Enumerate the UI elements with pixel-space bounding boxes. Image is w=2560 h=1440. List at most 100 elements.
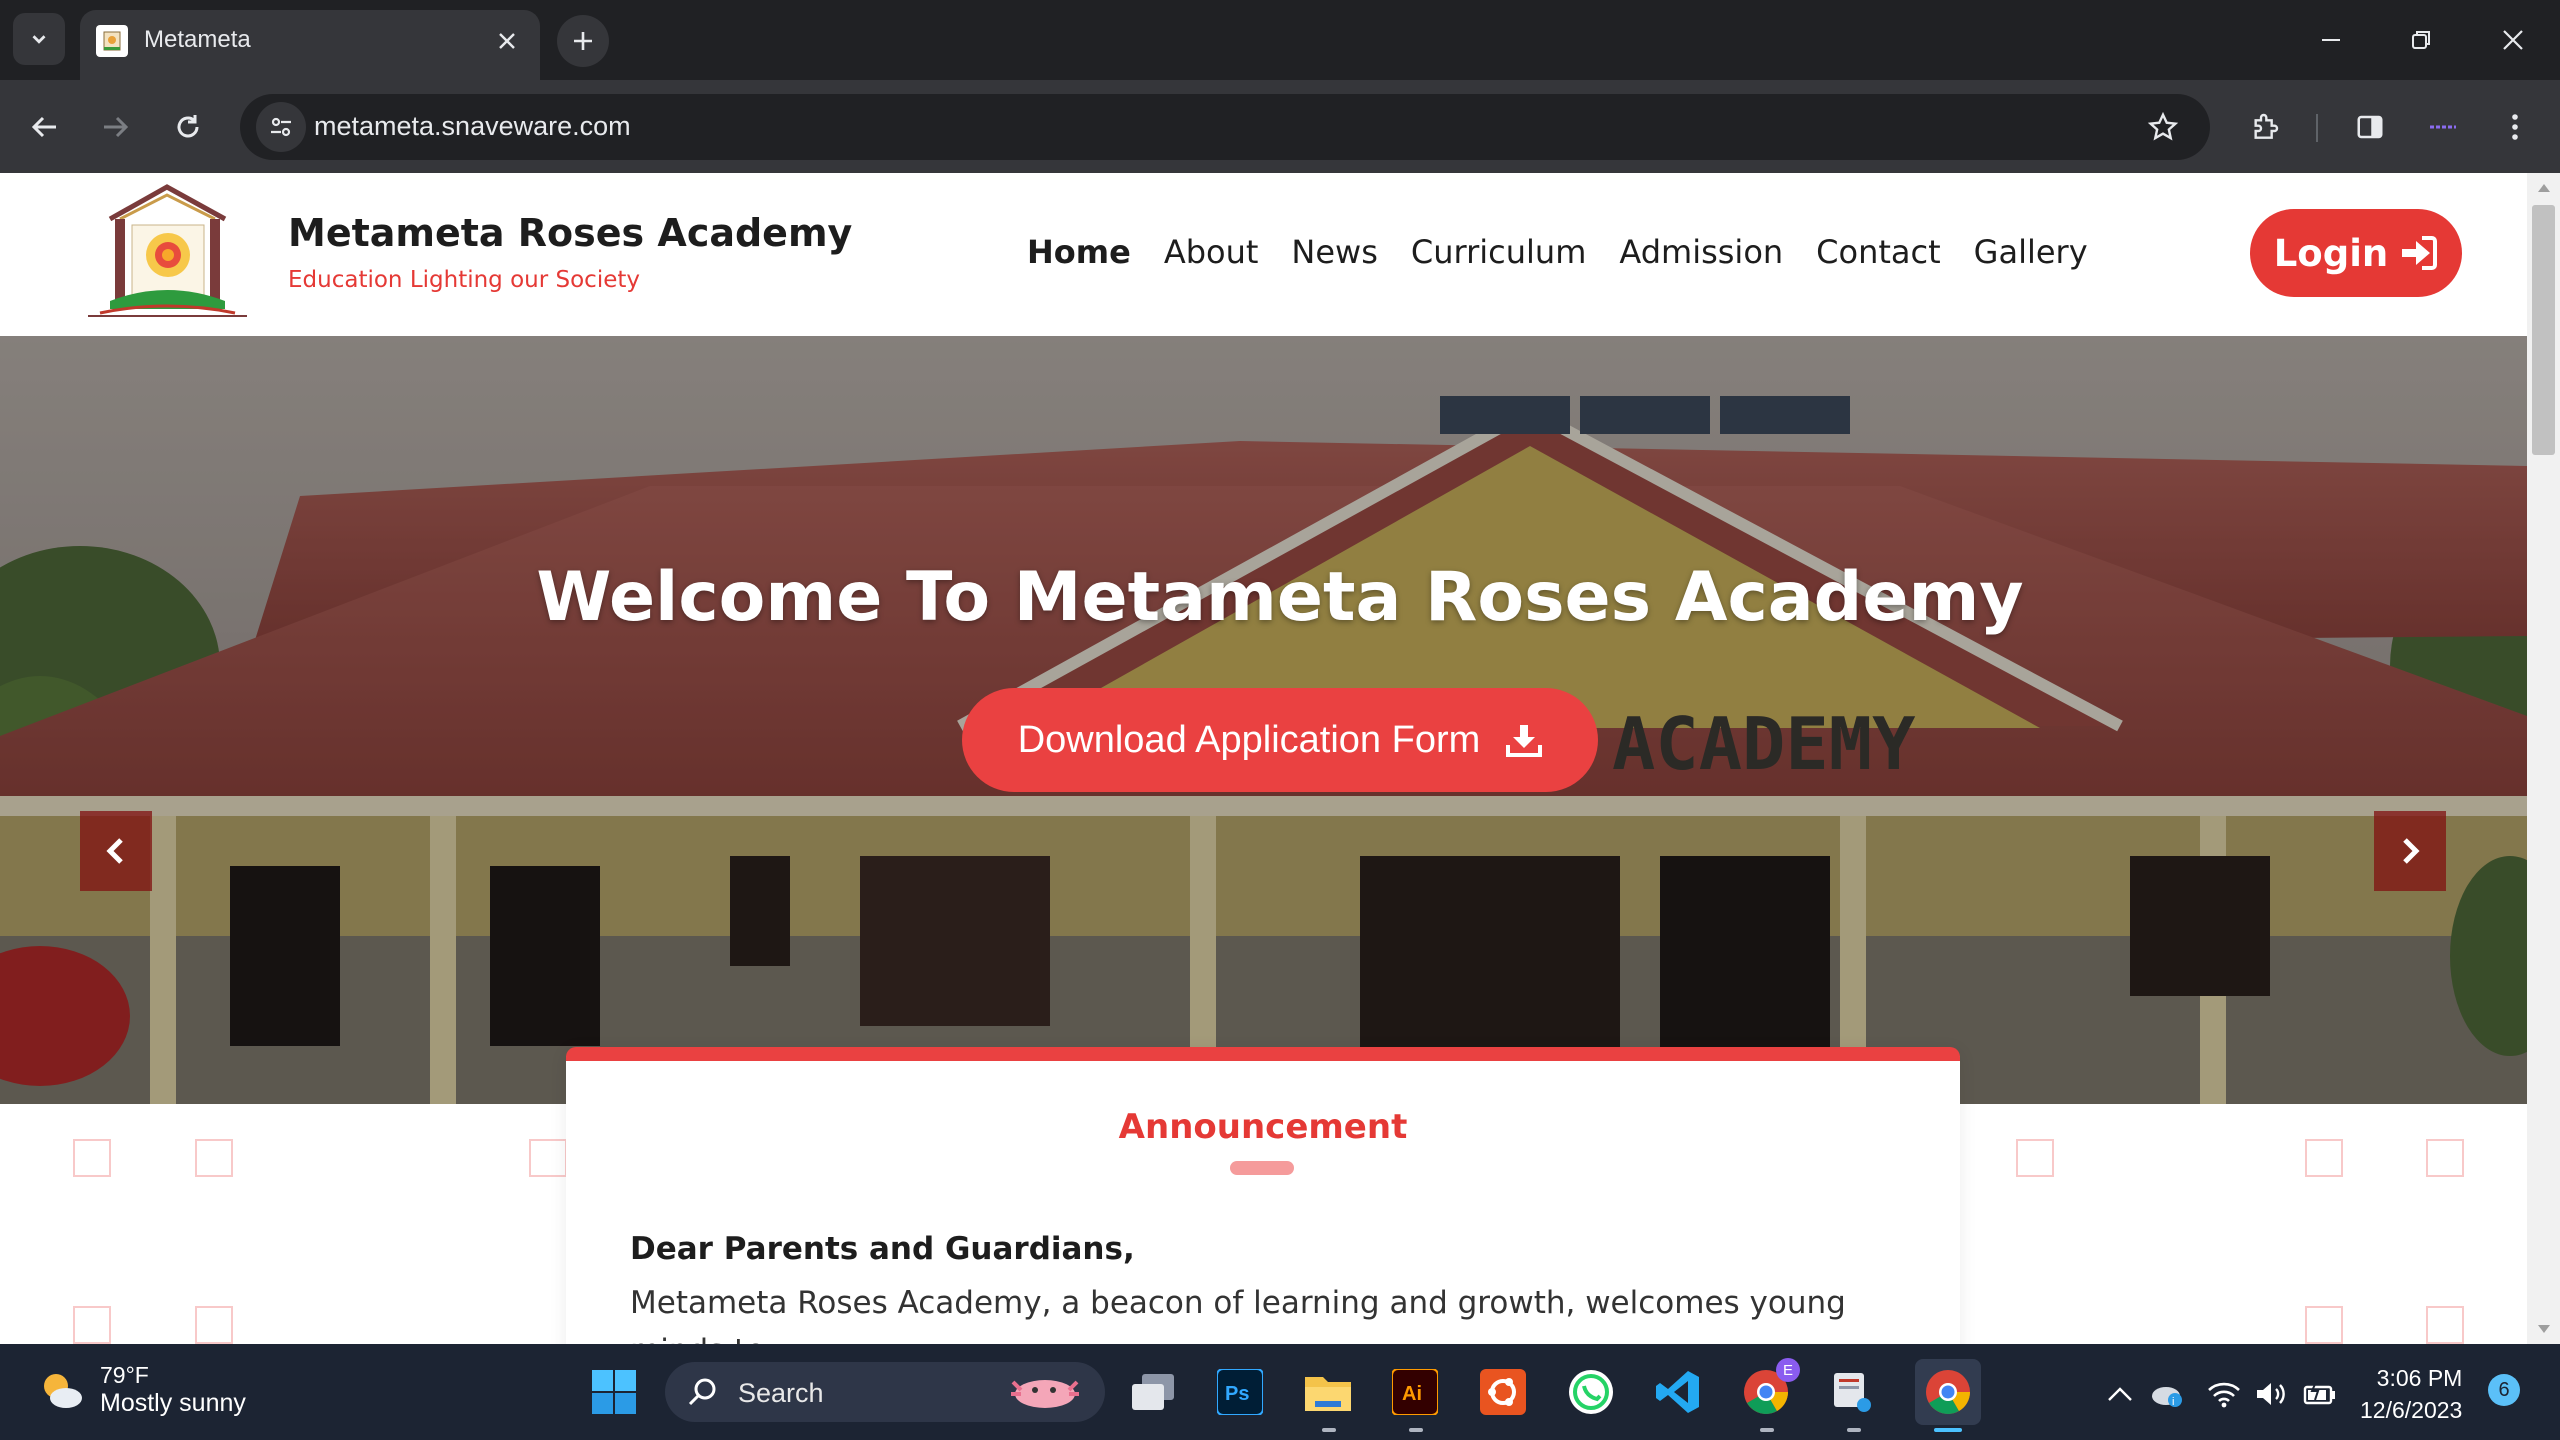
decorative-square xyxy=(2305,1306,2343,1344)
ubuntu-app[interactable] xyxy=(1475,1364,1531,1420)
reload-button[interactable] xyxy=(163,102,213,152)
nav-about[interactable]: About xyxy=(1164,233,1259,271)
photoshop-icon: Ps xyxy=(1217,1369,1263,1415)
address-bar[interactable]: metameta.snaveware.com xyxy=(240,94,2210,160)
task-view-icon xyxy=(1132,1374,1174,1410)
profile-indicator-icon[interactable] xyxy=(2418,102,2468,152)
side-panel-icon[interactable] xyxy=(2345,102,2395,152)
folder-icon xyxy=(1305,1377,1351,1411)
title-underline xyxy=(1230,1161,1294,1175)
scroll-down-icon[interactable] xyxy=(2527,1314,2560,1344)
notification-badge[interactable]: 6 xyxy=(2488,1374,2520,1406)
brand-name[interactable]: Metameta Roses Academy xyxy=(288,211,852,255)
nav-gallery[interactable]: Gallery xyxy=(1974,233,2088,271)
windows-logo-icon xyxy=(592,1370,636,1414)
file-explorer-app[interactable] xyxy=(1300,1364,1356,1420)
snipping-tool-icon xyxy=(1834,1373,1871,1412)
minimize-button[interactable] xyxy=(2296,10,2366,70)
restore-button[interactable] xyxy=(2386,10,2456,70)
task-view-button[interactable] xyxy=(1125,1364,1181,1420)
browser-toolbar: metameta.snaveware.com xyxy=(0,80,2560,173)
browser-tab[interactable]: Metameta xyxy=(80,10,540,80)
system-clock[interactable]: 3:06 PM 12/6/2023 xyxy=(2360,1362,2462,1426)
reload-icon xyxy=(177,115,199,138)
chrome-profile-app[interactable]: E xyxy=(1738,1358,1800,1420)
close-window-button[interactable] xyxy=(2478,10,2548,70)
axolotl-search-highlight-icon xyxy=(1011,1380,1079,1408)
nav-admission[interactable]: Admission xyxy=(1619,233,1783,271)
hero-carousel: ACADEMY Welcome To Metameta Roses Academ… xyxy=(0,336,2527,1104)
search-label: Search xyxy=(738,1378,824,1408)
forward-button[interactable] xyxy=(90,102,140,152)
kebab-menu-icon[interactable] xyxy=(2490,102,2540,152)
nav-home[interactable]: Home xyxy=(1027,233,1131,271)
illustrator-icon: Ai xyxy=(1392,1369,1438,1415)
sign-in-icon xyxy=(2402,236,2438,270)
taskbar-search[interactable]: Search xyxy=(665,1362,1105,1422)
new-tab-button[interactable] xyxy=(557,15,609,67)
illustrator-app[interactable]: Ai xyxy=(1387,1364,1443,1420)
chevron-down-icon xyxy=(32,35,46,44)
svg-text:Ai: Ai xyxy=(1402,1383,1422,1405)
chrome-app-active[interactable] xyxy=(1915,1359,1981,1425)
decorative-square xyxy=(2016,1139,2054,1177)
extensions-puzzle-icon[interactable] xyxy=(2240,102,2290,152)
show-hidden-icons-button[interactable] xyxy=(2100,1374,2140,1414)
tab-search-button[interactable] xyxy=(13,13,65,65)
carousel-next-button[interactable] xyxy=(2374,811,2446,891)
weather-temperature: 79°F xyxy=(100,1362,149,1388)
partly-sunny-icon xyxy=(44,1374,82,1408)
browser-tab-bar: Metameta xyxy=(0,0,2560,80)
snipping-tool-app[interactable] xyxy=(1825,1364,1881,1420)
ubuntu-icon xyxy=(1480,1369,1526,1415)
vscode-icon xyxy=(1656,1371,1699,1413)
chevron-up-icon xyxy=(2108,1387,2132,1401)
weather-widget[interactable]: 79°F Mostly sunny xyxy=(38,1362,246,1418)
page-scrollbar[interactable] xyxy=(2527,173,2560,1344)
decorative-square xyxy=(195,1306,233,1344)
login-button[interactable]: Login xyxy=(2250,209,2462,297)
decorative-square xyxy=(2426,1139,2464,1177)
brand-tagline: Education Lighting our Society xyxy=(288,267,640,293)
url-text: metameta.snaveware.com xyxy=(314,111,631,141)
running-indicator xyxy=(1760,1428,1774,1432)
minimize-icon xyxy=(2322,39,2340,41)
wifi-icon[interactable] xyxy=(2204,1374,2244,1414)
running-indicator xyxy=(1409,1428,1423,1432)
toolbar-separator xyxy=(2316,114,2318,142)
restore-icon xyxy=(2412,31,2430,49)
scroll-up-icon[interactable] xyxy=(2527,173,2560,203)
close-icon xyxy=(2503,30,2523,50)
active-indicator xyxy=(1934,1428,1962,1432)
school-logo[interactable] xyxy=(80,181,255,326)
site-info-icon[interactable] xyxy=(256,102,306,152)
download-application-button[interactable]: Download Application Form xyxy=(962,688,1598,792)
login-label: Login xyxy=(2273,231,2389,275)
nav-contact[interactable]: Contact xyxy=(1816,233,1941,271)
back-button[interactable] xyxy=(20,102,70,152)
decorative-square xyxy=(195,1139,233,1177)
photoshop-app[interactable]: Ps xyxy=(1212,1364,1268,1420)
carousel-prev-button[interactable] xyxy=(80,811,152,891)
nav-curriculum[interactable]: Curriculum xyxy=(1411,233,1586,271)
decorative-square xyxy=(529,1139,567,1177)
building-sign-text: ACADEMY xyxy=(1612,702,1916,786)
plus-icon xyxy=(574,32,592,50)
nav-news[interactable]: News xyxy=(1291,233,1377,271)
bookmark-star-icon[interactable] xyxy=(2138,102,2188,152)
battery-icon[interactable] xyxy=(2300,1374,2340,1414)
vscode-app[interactable] xyxy=(1650,1364,1706,1420)
volume-icon[interactable] xyxy=(2252,1374,2292,1414)
decorative-square xyxy=(73,1306,111,1344)
tab-title: Metameta xyxy=(144,26,251,53)
chevron-left-icon xyxy=(106,838,123,864)
announcement-card: Announcement Dear Parents and Guardians,… xyxy=(566,1047,1960,1344)
scroll-thumb[interactable] xyxy=(2532,205,2555,455)
start-button[interactable] xyxy=(586,1364,642,1420)
close-tab-icon[interactable] xyxy=(490,24,524,58)
page-viewport: Metameta Roses Academy Education Lightin… xyxy=(0,173,2527,1344)
hero-title: Welcome To Metameta Roses Academy xyxy=(536,558,2024,637)
whatsapp-app[interactable] xyxy=(1563,1364,1619,1420)
svg-text:i: i xyxy=(2172,1396,2174,1408)
onedrive-tray-icon[interactable]: i xyxy=(2148,1374,2188,1414)
